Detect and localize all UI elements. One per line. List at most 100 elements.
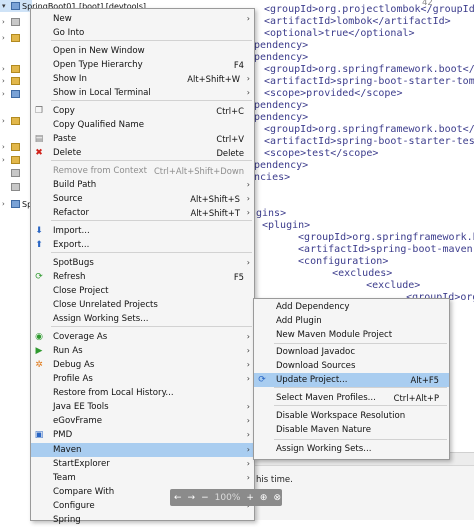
menu-item-paste[interactable]: ▤ Paste Ctrl+V: [31, 132, 254, 146]
menu-item-startexplorer[interactable]: StartExplorer ›: [31, 457, 254, 471]
menu-item-run-as[interactable]: ▶ Run As ›: [31, 344, 254, 358]
xml-line: <artifactId>spring-boot-starter-tomcat</…: [264, 76, 474, 87]
maven-item-add-dependency[interactable]: Add Dependency: [254, 300, 449, 314]
menu-item-show-in-local-terminal[interactable]: Show in Local Terminal ›: [31, 86, 254, 100]
maven-item-disable-workspace-resolution[interactable]: Disable Workspace Resolution: [254, 409, 449, 423]
tree-row[interactable]: ›: [2, 115, 20, 127]
expand-icon[interactable]: ›: [2, 34, 9, 42]
menu-item-label: Debug As: [53, 360, 95, 370]
expand-icon[interactable]: ›: [2, 18, 9, 26]
file-icon: [11, 169, 20, 177]
menu-item-close-unrelated-projects[interactable]: Close Unrelated Projects: [31, 298, 254, 312]
tree-row[interactable]: ›: [2, 88, 20, 100]
xml-line: ependency>: [248, 52, 309, 63]
chevron-right-icon: ›: [246, 346, 250, 355]
menu-item-go-into[interactable]: Go Into: [31, 26, 254, 40]
menu-item-java-ee-tools[interactable]: Java EE Tools ›: [31, 400, 254, 414]
menu-separator: [274, 387, 447, 388]
paste-icon: ▤: [34, 134, 44, 144]
debug-icon: ✲: [35, 360, 43, 370]
expand-icon[interactable]: ›: [2, 143, 9, 151]
expand-icon[interactable]: ›: [2, 77, 9, 85]
expand-icon[interactable]: [2, 184, 9, 191]
menu-item-export[interactable]: ⬆ Export...: [31, 238, 254, 252]
xml-line: <scope>provided</scope>: [264, 88, 403, 99]
menu-item-refresh[interactable]: ⟳ Refresh F5: [31, 270, 254, 284]
menu-item-spotbugs[interactable]: SpotBugs ›: [31, 256, 254, 270]
tree-row[interactable]: ›: [2, 32, 20, 44]
menu-item-label: Disable Workspace Resolution: [276, 411, 406, 421]
menu-item-label: Delete: [53, 148, 82, 158]
menu-item-egovframe[interactable]: eGovFrame ›: [31, 414, 254, 428]
maven-item-update-project[interactable]: ⟳ Update Project... Alt+F5: [254, 373, 449, 387]
menu-item-shortcut: F4: [233, 60, 244, 70]
menu-item-label: Open Type Hierarchy: [53, 60, 143, 70]
menu-item-open-type-hierarchy[interactable]: Open Type Hierarchy F4: [31, 58, 254, 72]
chevron-right-icon: ›: [246, 258, 250, 267]
folder-icon: [11, 156, 20, 164]
menu-item-label: Refactor: [53, 208, 90, 218]
maven-item-download-sources[interactable]: Download Sources: [254, 359, 449, 373]
tree-row[interactable]: ›: [2, 75, 20, 87]
menu-item-shortcut: Alt+Shift+T: [190, 208, 240, 218]
tree-row[interactable]: ›: [2, 16, 20, 28]
expand-icon[interactable]: [2, 170, 9, 177]
fit-icon[interactable]: ⊕: [260, 493, 268, 503]
tree-row[interactable]: ›: [2, 141, 20, 153]
maven-item-select-maven-profiles[interactable]: Select Maven Profiles... Ctrl+Alt+P: [254, 391, 449, 405]
menu-separator: [51, 100, 252, 101]
tree-row[interactable]: [2, 181, 20, 193]
menu-item-maven[interactable]: Maven ›: [31, 443, 254, 457]
maven-item-assign-working-sets[interactable]: Assign Working Sets...: [254, 442, 449, 456]
menu-item-pmd[interactable]: ▣ PMD ›: [31, 428, 254, 442]
expand-icon[interactable]: ›: [2, 90, 9, 98]
chevron-right-icon: ›: [246, 194, 250, 203]
zoom-toolbar: ← → − 100% + ⊕ ⊗: [170, 489, 282, 506]
menu-item-import[interactable]: ⬇ Import...: [31, 224, 254, 238]
file-icon: [11, 183, 20, 191]
expand-icon[interactable]: ›: [2, 65, 9, 73]
menu-item-label: Copy: [53, 106, 75, 116]
tree-row[interactable]: ›: [2, 154, 20, 166]
menu-item-team[interactable]: Team ›: [31, 471, 254, 485]
menu-item-label: Assign Working Sets...: [53, 314, 149, 324]
tree-row[interactable]: ›: [2, 63, 20, 75]
menu-item-new[interactable]: New ›: [31, 12, 254, 26]
menu-item-copy[interactable]: ❐ Copy Ctrl+C: [31, 104, 254, 118]
menu-item-label: Compare With: [53, 487, 115, 497]
menu-item-show-in[interactable]: Show In Alt+Shift+W ›: [31, 72, 254, 86]
zoom-out-icon[interactable]: −: [201, 493, 209, 503]
expand-icon[interactable]: ›: [2, 117, 9, 125]
menu-item-profile-as[interactable]: Profile As ›: [31, 372, 254, 386]
menu-item-copy-qualified-name[interactable]: Copy Qualified Name: [31, 118, 254, 132]
menu-item-source[interactable]: Source Alt+Shift+S ›: [31, 192, 254, 206]
menu-item-close-project[interactable]: Close Project: [31, 284, 254, 298]
menu-item-spring[interactable]: Spring: [31, 513, 254, 527]
forward-arrow-icon[interactable]: →: [188, 493, 196, 503]
tree-row[interactable]: [2, 167, 20, 179]
menu-item-label: Show In: [53, 74, 87, 84]
menu-item-refactor[interactable]: Refactor Alt+Shift+T ›: [31, 206, 254, 220]
back-arrow-icon[interactable]: ←: [174, 493, 182, 503]
expand-icon[interactable]: ›: [2, 200, 9, 208]
maven-item-new-maven-module-project[interactable]: New Maven Module Project: [254, 328, 449, 342]
menu-item-build-path[interactable]: Build Path ›: [31, 178, 254, 192]
menu-item-assign-working-sets[interactable]: Assign Working Sets...: [31, 312, 254, 326]
menu-item-coverage-as[interactable]: ◉ Coverage As ›: [31, 330, 254, 344]
menu-item-delete[interactable]: ✖ Delete Delete: [31, 146, 254, 160]
menu-item-label: eGovFrame: [53, 416, 103, 426]
maven-item-download-javadoc[interactable]: Download Javadoc: [254, 345, 449, 359]
menu-item-restore-from-local-history[interactable]: Restore from Local History...: [31, 386, 254, 400]
close-icon[interactable]: ⊗: [273, 493, 281, 503]
update-project-icon: ⟳: [258, 375, 266, 385]
export-icon: ⬆: [35, 240, 43, 250]
refresh-icon: ⟳: [35, 272, 43, 282]
menu-item-open-in-new-window[interactable]: Open in New Window: [31, 44, 254, 58]
menu-item-shortcut: Delete: [216, 148, 244, 158]
maven-item-disable-maven-nature[interactable]: Disable Maven Nature: [254, 423, 449, 437]
expand-icon[interactable]: ›: [2, 156, 9, 164]
zoom-in-icon[interactable]: +: [246, 493, 254, 503]
menu-item-debug-as[interactable]: ✲ Debug As ›: [31, 358, 254, 372]
collapse-icon[interactable]: ▾: [2, 2, 9, 10]
maven-item-add-plugin[interactable]: Add Plugin: [254, 314, 449, 328]
